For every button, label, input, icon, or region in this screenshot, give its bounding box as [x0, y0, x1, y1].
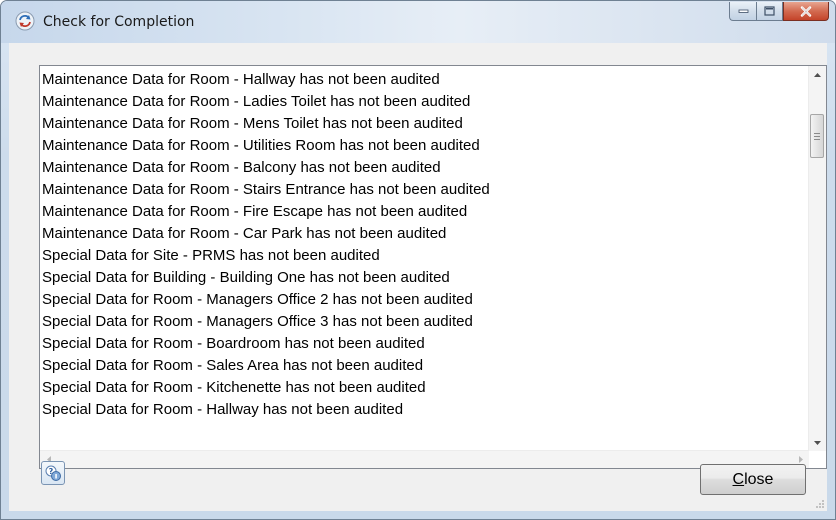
list-item[interactable]: Maintenance Data for Room - Car Park has… [42, 223, 802, 245]
refresh-cycle-icon [15, 11, 35, 31]
list-items: Maintenance Data for Room - Hallway has … [42, 69, 802, 449]
help-button[interactable]: ? [41, 461, 65, 485]
scroll-down-button[interactable] [809, 434, 826, 451]
list-item[interactable]: Maintenance Data for Room - Hallway has … [42, 69, 802, 91]
scroll-right-arrow-icon [798, 456, 803, 463]
vertical-scrollbar[interactable] [808, 66, 826, 451]
minimize-icon [738, 9, 748, 13]
list-item[interactable]: Maintenance Data for Room - Ladies Toile… [42, 91, 802, 113]
dialog-window: Check for Completion Maintenance Data fo… [0, 0, 836, 520]
dialog-content: Maintenance Data for Room - Hallway has … [9, 43, 827, 511]
list-item[interactable]: Special Data for Room - Boardroom has no… [42, 333, 802, 355]
list-item[interactable]: Special Data for Site - PRMS has not bee… [42, 245, 802, 267]
help-icon: ? [45, 465, 61, 481]
list-item[interactable]: Special Data for Room - Managers Office … [42, 289, 802, 311]
list-item[interactable]: Special Data for Room - Kitchenette has … [42, 377, 802, 399]
scroll-down-arrow-icon [814, 440, 821, 445]
list-item[interactable]: Maintenance Data for Room - Mens Toilet … [42, 113, 802, 135]
scroll-up-button[interactable] [809, 66, 826, 83]
resize-grip-icon[interactable] [813, 497, 825, 509]
list-item[interactable]: Special Data for Building - Building One… [42, 267, 802, 289]
list-item[interactable]: Maintenance Data for Room - Fire Escape … [42, 201, 802, 223]
close-button-label: lose [744, 470, 774, 488]
horizontal-scrollbar[interactable] [40, 450, 809, 468]
minimize-button[interactable] [729, 2, 756, 21]
window-close-button[interactable] [783, 2, 829, 21]
close-icon [800, 5, 812, 17]
maximize-icon [764, 6, 775, 16]
grip-lines-icon [814, 132, 820, 140]
list-item[interactable]: Special Data for Room - Managers Office … [42, 311, 802, 333]
scroll-up-arrow-icon [814, 72, 821, 77]
list-item[interactable]: Maintenance Data for Room - Balcony has … [42, 157, 802, 179]
list-item[interactable]: Special Data for Room - Hallway has not … [42, 399, 802, 421]
list-item[interactable]: Maintenance Data for Room - Utilities Ro… [42, 135, 802, 157]
title-bar[interactable]: Check for Completion [1, 1, 835, 43]
caption-buttons [729, 2, 829, 22]
audit-message-list[interactable]: Maintenance Data for Room - Hallway has … [39, 65, 827, 469]
list-item[interactable]: Special Data for Room - Sales Area has n… [42, 355, 802, 377]
window-title: Check for Completion [43, 14, 195, 30]
list-item[interactable]: Maintenance Data for Room - Stairs Entra… [42, 179, 802, 201]
maximize-button[interactable] [756, 2, 783, 21]
close-button-mnemonic: C [732, 470, 745, 488]
vertical-scroll-thumb[interactable] [810, 114, 824, 158]
close-button[interactable]: Close [700, 464, 806, 495]
